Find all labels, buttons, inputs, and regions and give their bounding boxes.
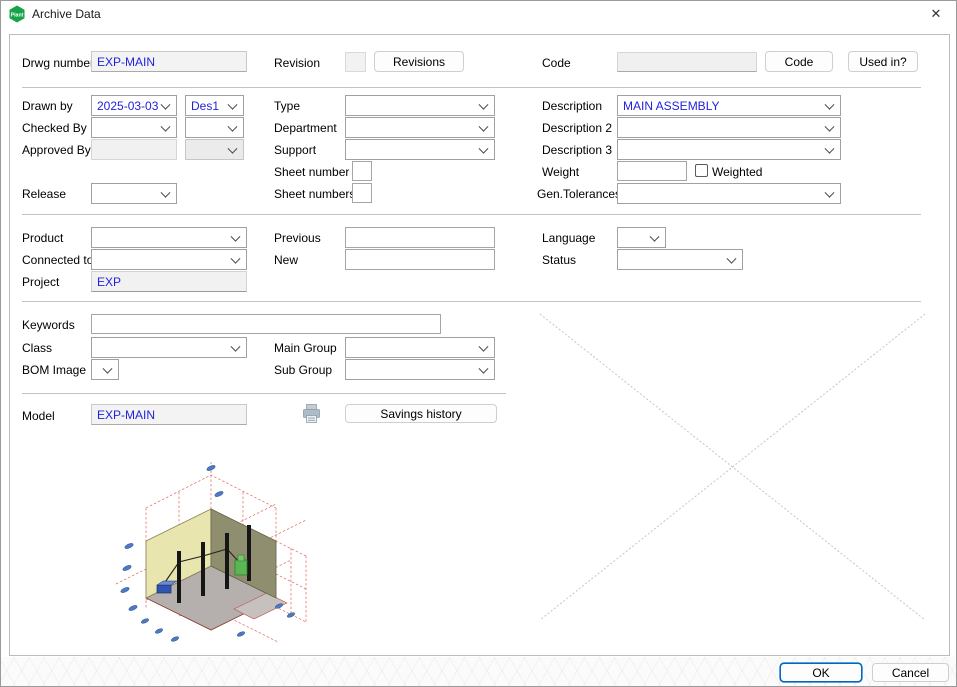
svg-text:Plant: Plant [11,12,24,18]
department-combo[interactable] [345,117,495,138]
gen-tolerances-label: Gen.Tolerances [537,187,621,201]
sheet-numbers-input[interactable] [352,183,372,203]
drawing-placeholder [538,312,927,622]
cancel-button[interactable]: Cancel [872,663,949,682]
class-combo[interactable] [91,337,247,358]
printer-icon[interactable] [302,403,321,424]
main-group-combo[interactable] [345,337,495,358]
approved-by-date-field [91,139,177,160]
checked-by-designer-combo[interactable] [185,117,244,138]
separator-2 [22,214,921,215]
sheet-number-input[interactable] [352,161,372,181]
model-label: Model [22,409,55,423]
release-combo[interactable] [91,183,177,204]
code-button[interactable]: Code [765,51,833,72]
department-label: Department [274,121,337,135]
language-combo[interactable] [617,227,666,248]
title-bar: Plant Archive Data ✕ [1,1,957,27]
product-label: Product [22,231,63,245]
close-icon[interactable]: ✕ [916,1,956,27]
type-label: Type [274,99,300,113]
revisions-button[interactable]: Revisions [374,51,464,72]
checked-by-date-combo[interactable] [91,117,177,138]
drawn-by-designer-combo[interactable]: Des1 [185,95,244,116]
separator-3 [22,301,921,302]
sheet-number-label: Sheet number [274,165,349,179]
project-field: EXP [91,271,247,292]
type-combo[interactable] [345,95,495,116]
savings-history-button[interactable]: Savings history [345,404,497,423]
description-combo[interactable]: MAIN ASSEMBLY [617,95,841,116]
revision-label: Revision [274,56,320,70]
drwg-number-field[interactable]: EXP-MAIN [91,51,247,72]
weight-input[interactable] [617,161,687,181]
weighted-label: Weighted [712,165,762,179]
separator-4 [22,393,506,394]
sheet-numbers-label: Sheet numbers [274,187,355,201]
approved-by-label: Approved By [22,143,91,157]
product-combo[interactable] [91,227,247,248]
weight-label: Weight [542,165,579,179]
approved-by-designer-combo [185,139,244,160]
connected-to-combo[interactable] [91,249,247,270]
new-label: New [274,253,298,267]
sub-group-combo[interactable] [345,359,495,380]
connected-to-label: Connected to [22,253,93,267]
drawn-by-date-combo[interactable]: 2025-03-03 [91,95,177,116]
drawn-by-label: Drawn by [22,99,73,113]
project-label: Project [22,275,59,289]
plant-app-icon: Plant [8,5,26,23]
archive-data-dialog: Plant Archive Data ✕ Drwg number EXP-MAI… [0,0,957,687]
checked-by-label: Checked By [22,121,87,135]
description2-label: Description 2 [542,121,612,135]
weighted-checkbox[interactable] [695,164,708,177]
code-label: Code [542,56,571,70]
model-preview-image [91,448,331,642]
status-combo[interactable] [617,249,743,270]
previous-input[interactable] [345,227,495,248]
window-title: Archive Data [32,7,101,21]
sub-group-label: Sub Group [274,363,332,377]
keywords-input[interactable] [91,314,441,334]
drwg-number-label: Drwg number [22,56,94,70]
description2-combo[interactable] [617,117,841,138]
model-field[interactable]: EXP-MAIN [91,404,247,425]
code-field [617,52,757,72]
keywords-label: Keywords [22,318,75,332]
status-label: Status [542,253,576,267]
language-label: Language [542,231,595,245]
separator-1 [22,87,921,88]
bom-image-combo[interactable] [91,359,119,380]
class-label: Class [22,341,52,355]
release-label: Release [22,187,66,201]
support-combo[interactable] [345,139,495,160]
new-input[interactable] [345,249,495,270]
bom-image-label: BOM Image [22,363,86,377]
main-group-label: Main Group [274,341,337,355]
ok-button[interactable]: OK [780,663,862,682]
support-label: Support [274,143,316,157]
description-label: Description [542,99,602,113]
gen-tolerances-combo[interactable] [617,183,841,204]
description3-label: Description 3 [542,143,612,157]
previous-label: Previous [274,231,321,245]
revision-field [345,52,366,72]
description3-combo[interactable] [617,139,841,160]
used-in-button[interactable]: Used in? [848,51,918,72]
